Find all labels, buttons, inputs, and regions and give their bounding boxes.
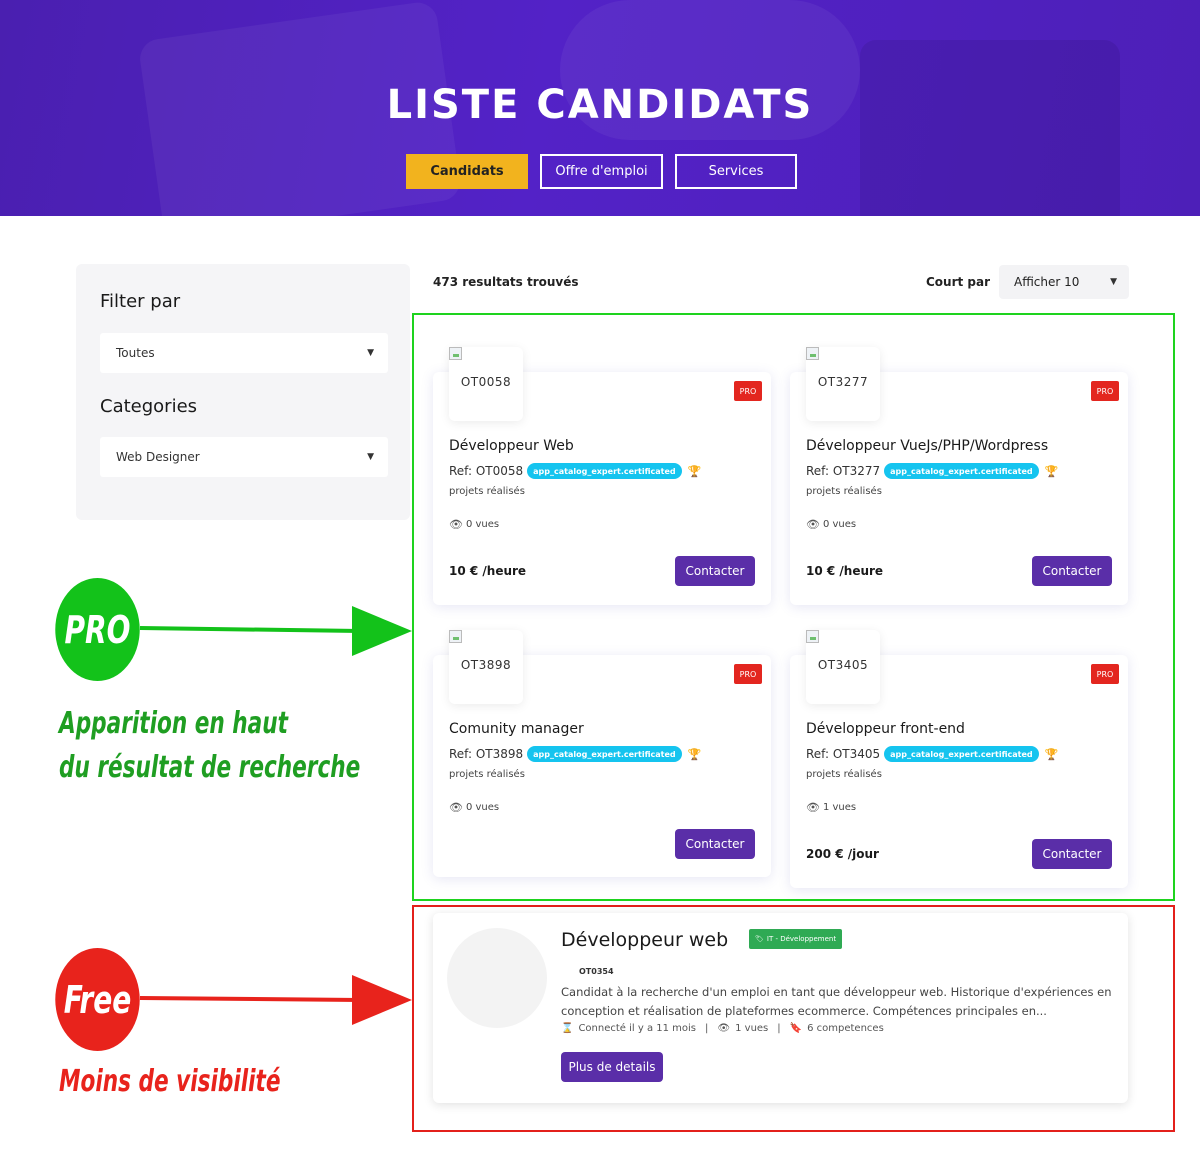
pro-arrow xyxy=(139,606,412,656)
annotation-arrows xyxy=(139,606,412,1025)
free-arrow xyxy=(139,975,412,1025)
free-label-circle: Free xyxy=(55,948,140,1051)
pro-label: PRO xyxy=(64,607,131,652)
pro-annotation-line2: du résultat de recherche xyxy=(59,750,361,785)
pro-label-circle: PRO xyxy=(55,578,140,681)
pro-annotation-line1: Apparition en haut xyxy=(59,706,288,741)
free-label: Free xyxy=(63,977,132,1022)
free-annotation-text: Moins de visibilité xyxy=(59,1064,281,1099)
